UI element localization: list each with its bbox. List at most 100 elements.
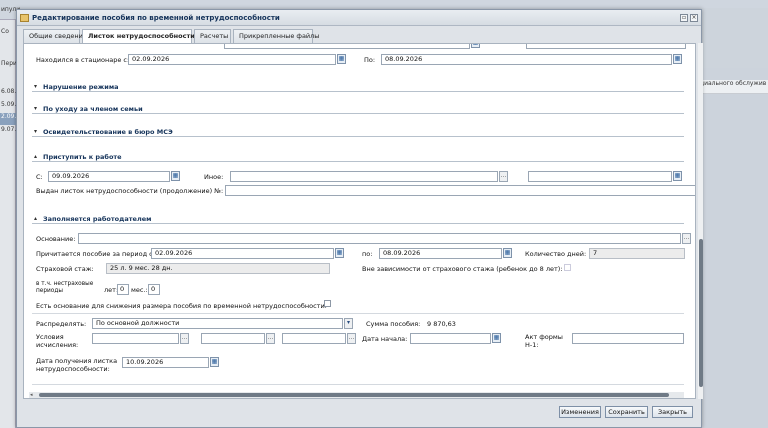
calendar-icon[interactable]: ▦ [673,54,682,64]
edit-benefit-dialog: Редактирование пособия по временной нетр… [16,9,703,428]
act-h1-label: Акт формы Н-1: [525,333,563,349]
hospital-to-label: По: [364,56,376,64]
partial-field[interactable] [224,44,470,49]
calendar-icon[interactable]: ▦ [171,171,180,181]
tab-general-info[interactable]: Общие сведения [23,29,87,43]
days-count-value: 7 [589,248,685,259]
benefit-sum-label: Сумма пособия: [366,320,421,328]
calc-condition-3-input[interactable] [282,333,346,344]
sick-leave-form: ▦ Находился в стационаре с: 02.09.2026 ▦… [23,43,696,399]
period-to-label: по: [362,250,373,258]
background-row[interactable]: Перис [0,60,16,72]
distribute-select[interactable]: По основной должности [92,318,343,329]
section-mse[interactable]: ▾ Освидетельствование в бюро МСЭ [32,127,684,137]
insurance-stazh-value: 25 л. 9 мес. 28 дн. [106,263,330,274]
start-work-extra-input[interactable] [528,171,672,182]
period-from-label: Причитается пособие за период с: [36,250,155,258]
calendar-icon[interactable]: ▦ [503,248,512,258]
collapse-arrow-icon: ▾ [34,83,38,90]
ellipsis-icon[interactable]: … [266,333,275,344]
basis-input[interactable] [78,233,681,244]
collapse-arrow-icon: ▴ [34,215,38,222]
section-title: Нарушение режима [43,83,119,91]
background-row[interactable]: Со [0,28,16,40]
ellipsis-icon[interactable]: … [180,333,189,344]
close-button[interactable]: Закрыть [652,406,693,418]
vertical-scroll-thumb[interactable] [699,239,703,387]
calc-condition-1-input[interactable] [92,333,179,344]
section-title: Освидетельствование в бюро МСЭ [43,128,173,136]
calendar-icon[interactable]: ▦ [673,171,682,181]
independent-stazh-label: Вне зависимости от страхового стажа (реб… [362,265,563,273]
background-row[interactable]: 6.08. [0,88,16,100]
dialog-titlebar[interactable]: Редактирование пособия по временной нетр… [17,10,701,26]
close-icon[interactable]: × [690,14,698,22]
section-title: Заполняется работодателем [43,215,152,223]
ellipsis-icon[interactable]: … [499,171,508,182]
save-button[interactable]: Сохранить [605,406,648,418]
period-from-input[interactable]: 02.09.2026 [151,248,334,259]
calendar-icon[interactable]: ▦ [335,248,344,258]
tab-calculations[interactable]: Расчеты [194,29,231,43]
start-work-other-input[interactable] [230,171,498,182]
folder-icon [20,14,29,22]
calendar-icon[interactable]: ▦ [337,54,346,64]
calendar-icon[interactable]: ▦ [471,44,480,48]
background-row[interactable]: 9.07. [0,126,16,138]
background-list: Со Перис 6.08. 5.09. 2.09. 9.07. [0,20,16,428]
dialog-title: Редактирование пособия по временной нетр… [32,14,280,22]
section-start-work[interactable]: ▴ Приступить к работе [32,152,684,162]
horizontal-scrollbar[interactable]: ◂ [29,392,684,398]
tab-sick-leave[interactable]: Листок нетрудоспособности [82,29,195,44]
period-to-input[interactable]: 08.09.2026 [379,248,502,259]
scroll-left-icon[interactable]: ◂ [30,392,33,398]
vertical-scrollbar[interactable] [698,43,703,399]
collapse-arrow-icon: ▾ [34,105,38,112]
start-date-input[interactable] [410,333,491,344]
background-row-selected[interactable]: 2.09. [0,113,16,125]
independent-stazh-checkbox[interactable] [564,264,571,271]
hospital-to-input[interactable]: 08.09.2026 [381,54,672,65]
calendar-icon[interactable]: ▦ [492,333,501,343]
partial-field[interactable] [526,44,686,49]
start-work-from-input[interactable]: 09.09.2026 [48,171,170,182]
months-input[interactable]: 0 [148,284,160,295]
background-header-right [700,8,768,68]
section-family-care[interactable]: ▾ По уходу за членом семьи [32,104,684,114]
collapse-arrow-icon: ▴ [34,153,38,160]
restore-icon[interactable]: ▫ [680,14,688,22]
continuation-input[interactable] [225,185,695,196]
collapse-arrow-icon: ▾ [34,128,38,135]
chevron-down-icon[interactable]: ▾ [344,318,353,329]
hospital-from-label: Находился в стационаре с: [36,56,130,64]
section-employer[interactable]: ▴ Заполняется работодателем [32,214,684,224]
background-row[interactable]: 5.09. [0,101,16,113]
start-work-from-label: С: [36,173,43,181]
years-input[interactable]: 0 [117,284,129,295]
section-violation[interactable]: ▾ Нарушение режима [32,82,684,92]
receive-date-label: Дата получения листка нетрудоспособности… [36,357,118,373]
act-h1-input[interactable] [572,333,684,344]
insurance-stazh-label: Страховой стаж: [36,265,94,273]
benefit-sum-value: 9 870,63 [427,320,456,328]
tab-attached-files[interactable]: Прикрепленные файлы [233,29,319,43]
ellipsis-icon[interactable]: … [682,233,691,244]
days-count-label: Количество дней: [525,250,587,258]
changes-button[interactable]: Изменения [559,406,601,418]
section-title: По уходу за членом семьи [43,105,143,113]
calendar-icon[interactable]: ▦ [210,357,219,367]
continuation-label: Выдан листок нетрудоспособности (продолж… [36,187,224,195]
receive-date-input[interactable]: 10.09.2026 [122,357,209,368]
horizontal-scroll-thumb[interactable] [39,393,669,397]
nonins-periods-label: в т.ч. нестраховые периоды [36,281,94,294]
section-title: Приступить к работе [43,153,122,161]
calc-conditions-label: Условия исчисления: [36,333,79,349]
reduce-benefit-checkbox[interactable] [324,300,331,307]
reduce-benefit-label: Есть основание для снижения размера посо… [36,302,327,310]
months-label: мес.: [131,286,148,294]
ellipsis-icon[interactable]: … [347,333,356,344]
hospital-from-input[interactable]: 02.09.2026 [128,54,336,65]
basis-label: Основание: [36,235,76,243]
calc-condition-2-input[interactable] [201,333,265,344]
divider [32,384,684,385]
